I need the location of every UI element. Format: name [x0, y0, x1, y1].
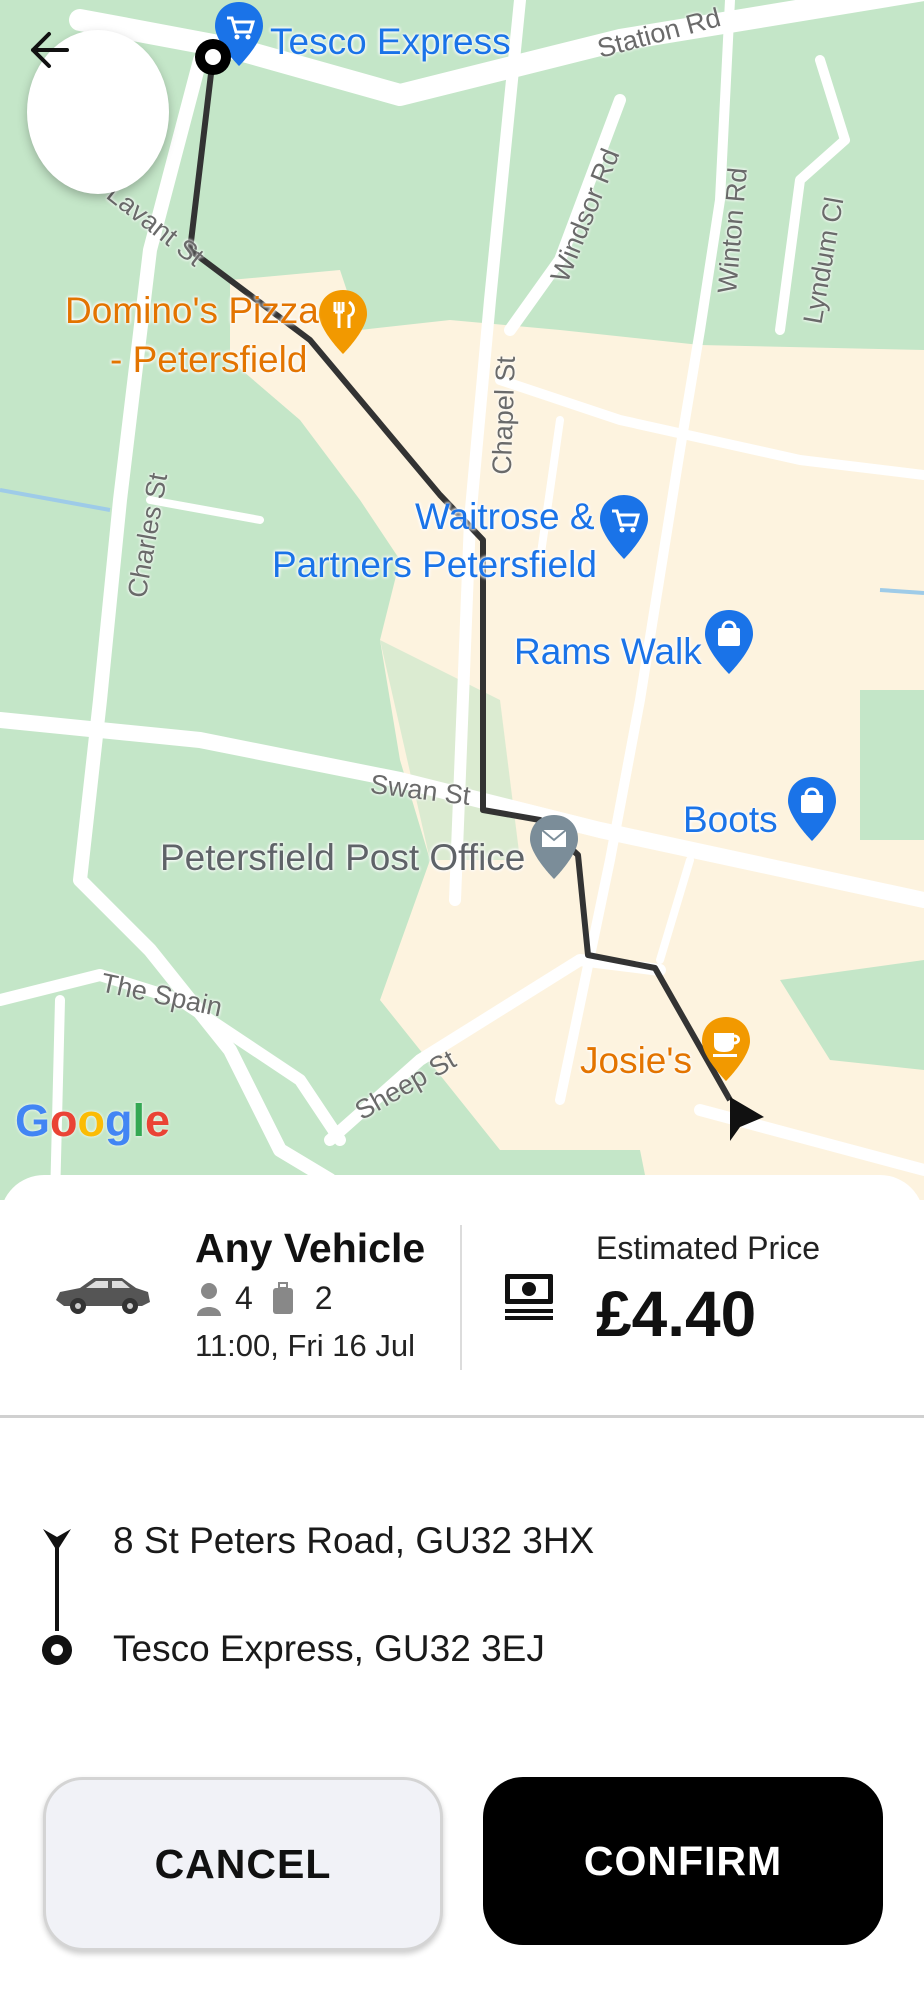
dropoff-marker-icon — [195, 39, 231, 75]
divider — [0, 1415, 924, 1418]
map-canvas — [0, 0, 924, 1200]
luggage-icon — [272, 1281, 293, 1314]
booking-sheet: Any Vehicle 4 2 11:00, Fri 16 Jul Estima… — [0, 1175, 924, 2000]
poi-tesco-express[interactable]: Tesco Express — [270, 18, 511, 66]
vehicle-capacity: 4 2 — [195, 1280, 333, 1317]
google-logo: Google — [15, 1095, 170, 1147]
price-value: £4.40 — [596, 1278, 757, 1350]
poi-post-office[interactable]: Petersfield Post Office — [160, 834, 525, 882]
shopping-cart-icon[interactable] — [598, 493, 650, 561]
back-button[interactable] — [27, 30, 169, 194]
car-icon — [56, 1278, 150, 1314]
poi-boots[interactable]: Boots — [683, 796, 778, 844]
poi-josies[interactable]: Josie's — [580, 1037, 692, 1085]
cash-icon — [505, 1274, 553, 1320]
route-connector-icon — [42, 1529, 72, 1665]
divider — [460, 1225, 462, 1370]
poi-dominos-line2[interactable]: - Petersfield — [110, 336, 307, 384]
restaurant-icon[interactable] — [317, 288, 369, 356]
pickup-marker-icon — [730, 1097, 764, 1141]
poi-waitrose-line2[interactable]: Partners Petersfield — [272, 541, 597, 589]
street-label: Chapel St — [486, 355, 521, 476]
passenger-count: 4 — [235, 1280, 253, 1316]
arrow-left-icon — [31, 32, 69, 68]
poi-rams-walk[interactable]: Rams Walk — [514, 628, 702, 676]
google-logo-text: Google — [15, 1095, 171, 1146]
dropoff-address[interactable]: Tesco Express, GU32 3EJ — [113, 1628, 545, 1670]
luggage-count: 2 — [314, 1280, 333, 1316]
pickup-address[interactable]: 8 St Peters Road, GU32 3HX — [113, 1520, 594, 1562]
map-view[interactable]: Station Rd Lavant St Windsor Rd Winton R… — [0, 0, 924, 1200]
cafe-icon[interactable] — [700, 1015, 752, 1083]
mail-icon[interactable] — [528, 813, 580, 881]
passenger-icon — [197, 1282, 221, 1316]
confirm-button[interactable]: CONFIRM — [483, 1777, 883, 1945]
price-label: Estimated Price — [596, 1230, 821, 1266]
vehicle-title: Any Vehicle — [195, 1225, 426, 1271]
shopping-bag-icon[interactable] — [703, 608, 755, 676]
poi-waitrose-line1[interactable]: Waitrose & — [415, 493, 595, 541]
poi-dominos-line1[interactable]: Domino's Pizza — [65, 287, 319, 335]
shopping-bag-icon[interactable] — [786, 775, 838, 843]
pickup-time: 11:00, Fri 16 Jul — [195, 1328, 415, 1363]
cancel-button[interactable]: CANCEL — [43, 1777, 443, 1951]
